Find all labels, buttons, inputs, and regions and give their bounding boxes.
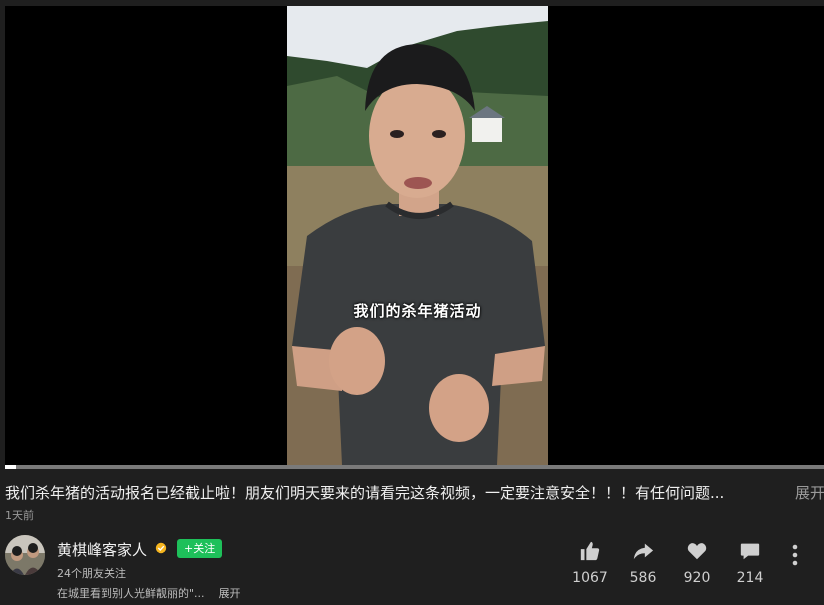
author-name[interactable]: 黄棋峰客家人 xyxy=(57,539,147,560)
action-bar: 1067 586 920 214 xyxy=(560,540,824,600)
like-button[interactable]: 1067 xyxy=(560,540,620,586)
verified-icon xyxy=(155,542,167,554)
comment-count: 214 xyxy=(736,570,764,586)
author-description-row: 在城里看到别人光鲜靓丽的"... 展开 xyxy=(57,585,241,601)
post-time: 1天前 xyxy=(5,509,34,522)
like-count: 1067 xyxy=(572,570,608,586)
thumbs-up-icon xyxy=(580,541,600,561)
author-description: 在城里看到别人光鲜靓丽的"... xyxy=(57,587,205,600)
progress-bar[interactable] xyxy=(5,465,824,469)
video-player[interactable]: 我们的杀年猪活动 xyxy=(0,0,824,469)
video-scene xyxy=(287,6,548,465)
post-title: 我们杀年猪的活动报名已经截止啦！朋友们明天要来的请看完这条视频，一定要注意安全！… xyxy=(5,484,725,502)
favorite-button[interactable]: 920 xyxy=(667,540,727,586)
post-title-row: 我们杀年猪的活动报名已经截止啦！朋友们明天要来的请看完这条视频，一定要注意安全！… xyxy=(5,482,824,504)
follow-button[interactable]: +关注 xyxy=(177,539,223,558)
friends-count: 24个朋友关注 xyxy=(57,567,126,580)
more-button[interactable] xyxy=(792,544,802,570)
video-frame[interactable]: 我们的杀年猪活动 xyxy=(287,6,548,465)
share-icon xyxy=(633,543,654,560)
favorite-count: 920 xyxy=(683,570,711,586)
comment-button[interactable]: 214 xyxy=(720,540,780,586)
comment-icon xyxy=(740,543,760,560)
expand-description-link[interactable]: 展开 xyxy=(219,587,241,600)
more-vertical-icon xyxy=(792,544,798,566)
video-subtitle: 我们的杀年猪活动 xyxy=(353,302,482,320)
progress-bar-fill xyxy=(5,465,16,469)
share-button[interactable]: 586 xyxy=(613,540,673,586)
share-count: 586 xyxy=(629,570,657,586)
heart-icon xyxy=(687,543,707,560)
avatar[interactable] xyxy=(5,535,45,575)
expand-title-link[interactable]: 展开 xyxy=(795,482,824,503)
